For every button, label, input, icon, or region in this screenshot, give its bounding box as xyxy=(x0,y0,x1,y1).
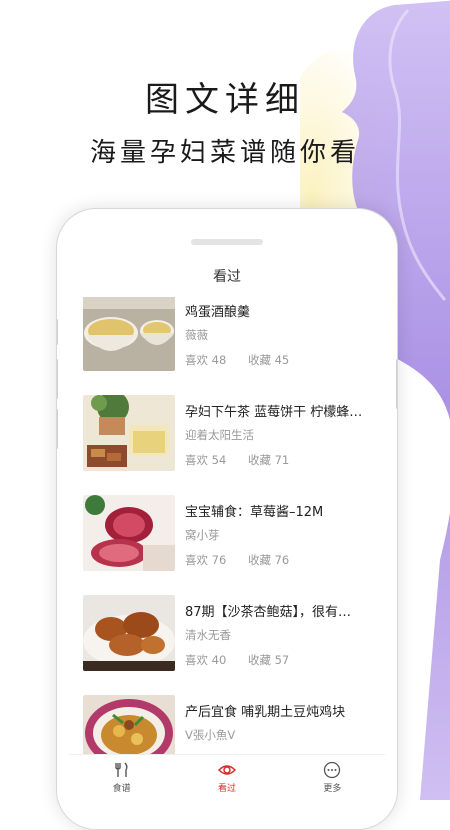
tab-history[interactable]: 看过 xyxy=(174,755,279,801)
likes-label: 喜欢 xyxy=(185,453,208,467)
promo-headline: 图文详细 xyxy=(145,80,305,120)
list-item[interactable]: 鸡蛋酒酿羹 薇薇 喜欢 48 收藏 45 xyxy=(69,297,385,397)
item-stats: 喜欢 76 收藏 76 xyxy=(185,552,381,568)
author-name: 迎着太阳生活 xyxy=(185,428,254,442)
favorites-label: 收藏 xyxy=(247,453,271,467)
likes-count: 喜欢 76 xyxy=(185,553,226,567)
author-name: 清水无香 xyxy=(185,628,231,642)
author-name: 薇薇 xyxy=(185,328,208,342)
favorites-count: 收藏 76 xyxy=(248,553,289,567)
likes-label: 喜欢 xyxy=(185,553,208,567)
favorites-count: 收藏 45 xyxy=(248,353,289,367)
recipe-title[interactable]: 宝宝辅食：草莓酱–12M xyxy=(185,501,381,519)
list-item[interactable]: 产后宜食 哺乳期土豆炖鸡块 V張小魚V xyxy=(69,695,385,755)
recipe-thumbnail[interactable] xyxy=(83,495,175,571)
likes-count: 喜欢 48 xyxy=(185,353,226,367)
tab-label: 更多 xyxy=(323,784,342,794)
likes-value: 76 xyxy=(211,553,227,567)
item-meta: 孕妇下午茶 蓝莓饼干 柠檬蜂… 迎着太阳生活 喜欢 54 收藏 71 xyxy=(185,397,381,468)
tab-label: 看过 xyxy=(217,784,236,794)
phone-side-button xyxy=(57,409,58,449)
recipe-thumbnail[interactable] xyxy=(83,395,175,471)
page-title: 看过 xyxy=(213,269,241,285)
list-item[interactable]: 87期【沙茶杏鲍菇】，很有… 清水无香 喜欢 40 收藏 57 xyxy=(69,595,385,697)
history-list[interactable]: 鸡蛋酒酿羹 薇薇 喜欢 48 收藏 45 孕妇下午茶 蓝莓饼干 柠檬蜂… 迎着太… xyxy=(69,297,385,755)
recipe-thumbnail[interactable] xyxy=(83,595,175,671)
recipe-thumbnail[interactable] xyxy=(83,297,175,371)
item-meta: 产后宜食 哺乳期土豆炖鸡块 V張小魚V xyxy=(185,697,381,743)
phone-side-button xyxy=(57,319,58,345)
tab-label: 食谱 xyxy=(112,784,131,794)
favorites-value: 71 xyxy=(274,453,290,467)
tab-recipes[interactable]: 食谱 xyxy=(69,755,174,801)
list-item[interactable]: 孕妇下午茶 蓝莓饼干 柠檬蜂… 迎着太阳生活 喜欢 54 收藏 71 xyxy=(69,395,385,497)
eye-icon xyxy=(217,765,236,775)
favorites-label: 收藏 xyxy=(247,653,271,667)
recipe-title[interactable]: 87期【沙茶杏鲍菇】，很有… xyxy=(185,601,381,619)
likes-label: 喜欢 xyxy=(185,653,208,667)
likes-count: 喜欢 54 xyxy=(185,453,226,467)
recipe-thumbnail[interactable] xyxy=(83,695,175,755)
more-icon xyxy=(324,761,341,779)
recipe-title[interactable]: 产后宜食 哺乳期土豆炖鸡块 xyxy=(185,701,381,719)
likes-value: 48 xyxy=(211,353,227,367)
favorites-count: 收藏 71 xyxy=(248,453,289,467)
favorites-label: 收藏 xyxy=(247,553,271,567)
favorites-count: 收藏 57 xyxy=(248,653,289,667)
phone-speaker xyxy=(191,239,263,245)
author-name: V張小魚V xyxy=(185,728,236,742)
likes-label: 喜欢 xyxy=(185,353,208,367)
item-stats: 喜欢 48 收藏 45 xyxy=(185,352,381,368)
tab-more[interactable]: 更多 xyxy=(280,755,385,801)
recipe-title[interactable]: 鸡蛋酒酿羹 xyxy=(185,301,381,319)
item-meta: 鸡蛋酒酿羹 薇薇 喜欢 48 收藏 45 xyxy=(185,297,381,368)
item-stats: 喜欢 54 收藏 71 xyxy=(185,452,381,468)
recipe-title[interactable]: 孕妇下午茶 蓝莓饼干 柠檬蜂… xyxy=(185,401,381,419)
favorites-value: 45 xyxy=(274,353,290,367)
item-meta: 87期【沙茶杏鲍菇】，很有… 清水无香 喜欢 40 收藏 57 xyxy=(185,597,381,668)
bottom-tab-bar: 食谱 看过 更多 xyxy=(69,754,385,801)
item-meta: 宝宝辅食：草莓酱–12M 窝小芽 喜欢 76 收藏 76 xyxy=(185,497,381,568)
phone-frame: 看过 鸡蛋酒酿羹 薇薇 喜欢 48 收藏 45 孕妇下午茶 蓝莓饼干 柠檬蜂… … xyxy=(56,208,398,830)
likes-value: 40 xyxy=(211,653,227,667)
author-name: 窝小芽 xyxy=(185,528,220,542)
phone-side-button xyxy=(396,359,397,409)
item-stats: 喜欢 40 收藏 57 xyxy=(185,652,381,668)
favorites-label: 收藏 xyxy=(247,353,271,367)
utensils-icon xyxy=(114,762,128,777)
likes-value: 54 xyxy=(211,453,227,467)
favorites-value: 76 xyxy=(274,553,290,567)
promo-subheadline: 海量孕妇菜谱随你看 xyxy=(89,138,360,168)
favorites-value: 57 xyxy=(274,653,290,667)
phone-side-button xyxy=(57,359,58,399)
app-screen: 看过 鸡蛋酒酿羹 薇薇 喜欢 48 收藏 45 孕妇下午茶 蓝莓饼干 柠檬蜂… … xyxy=(69,257,385,801)
likes-count: 喜欢 40 xyxy=(185,653,226,667)
list-item[interactable]: 宝宝辅食：草莓酱–12M 窝小芽 喜欢 76 收藏 76 xyxy=(69,495,385,597)
